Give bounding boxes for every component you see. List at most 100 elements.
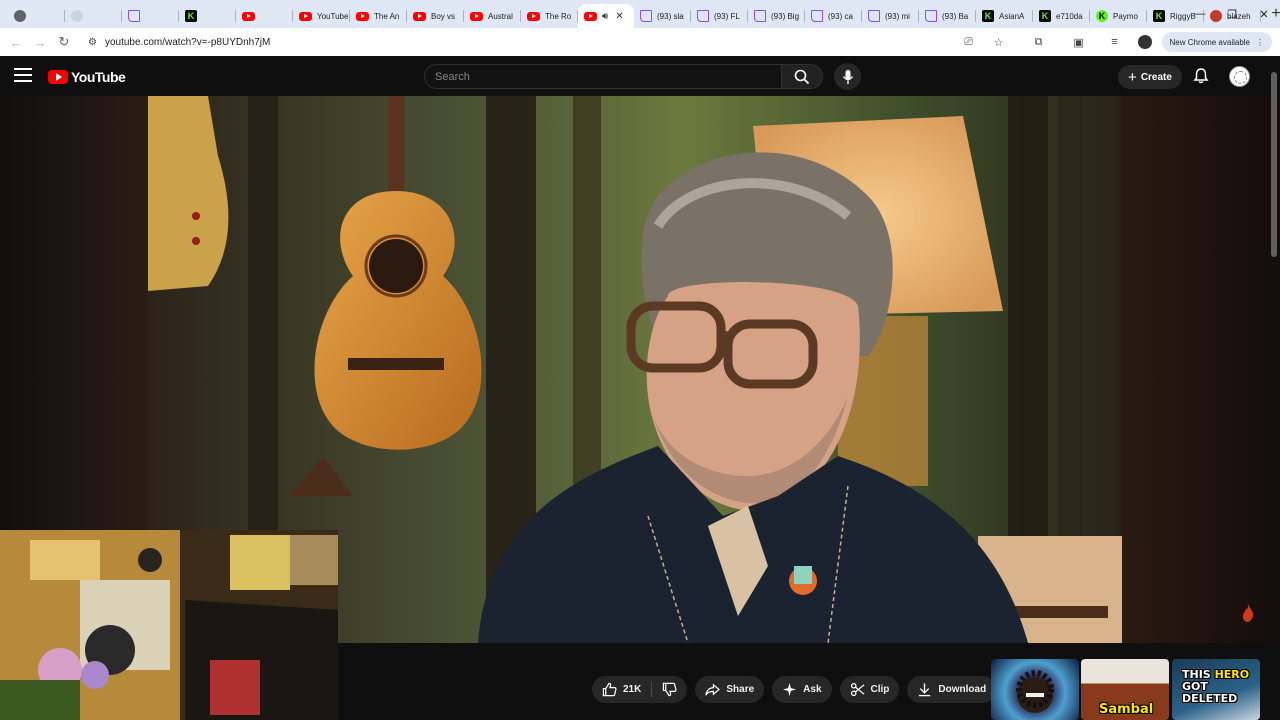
webcam-feed xyxy=(0,530,338,720)
arrow-right-icon: → xyxy=(33,34,47,50)
reading-list-icon[interactable]: ≡ xyxy=(1102,30,1128,54)
browser-tab[interactable]: (93) ca xyxy=(805,4,862,28)
clip-button[interactable]: Clip xyxy=(839,676,900,703)
kick-icon: K xyxy=(1039,10,1051,22)
voice-search-button[interactable] xyxy=(834,63,861,90)
thumbnail-title: THIS HERO GOT DELETED xyxy=(1182,669,1260,705)
youtube-play-icon xyxy=(48,70,68,84)
site-settings-icon[interactable]: ⚙ xyxy=(88,37,97,48)
create-label: Create xyxy=(1140,71,1172,83)
share-label: Share xyxy=(726,684,755,695)
search-button[interactable] xyxy=(781,64,823,89)
browser-tab[interactable] xyxy=(236,4,293,28)
search-input[interactable]: Search xyxy=(424,64,782,89)
thumbs-down-icon xyxy=(663,682,677,697)
browser-tab[interactable]: K xyxy=(179,4,236,28)
tab-title: Paymo xyxy=(1113,11,1138,21)
thumbs-up-icon xyxy=(602,682,617,697)
browser-tab[interactable]: The An xyxy=(350,4,407,28)
browser-tab[interactable] xyxy=(65,4,122,28)
youtube-logo-text: YouTube xyxy=(71,69,126,85)
twitch-icon xyxy=(697,10,709,22)
twitch-icon xyxy=(754,10,766,22)
like-count: 21K xyxy=(623,684,642,695)
youtube-icon xyxy=(299,11,312,21)
thumbnail-title: Sambal xyxy=(1099,702,1154,717)
forward-button[interactable]: → xyxy=(28,30,52,54)
browser-tab[interactable]: Boy vs xyxy=(407,4,464,28)
window-controls: — ❐ ✕ xyxy=(1184,0,1280,28)
reload-icon: ↻ xyxy=(58,34,70,49)
tab-strip: K YouTube The An Boy vs Austral The Ro 🔊︎ ✕ (93)… xyxy=(0,0,1280,28)
youtube-logo[interactable]: YouTube xyxy=(48,69,126,85)
recommendation-thumbnail-2[interactable]: Sambal xyxy=(1081,659,1169,720)
thumbnail-art xyxy=(1016,670,1054,713)
update-chrome-button[interactable]: New Chrome available ⋮ xyxy=(1161,32,1272,52)
account-avatar[interactable] xyxy=(1229,66,1250,87)
clip-label: Clip xyxy=(870,684,890,695)
tab-search-icon[interactable]: ▣ xyxy=(1066,30,1092,54)
guide-menu-icon[interactable] xyxy=(14,68,32,82)
ask-label: Ask xyxy=(803,684,822,695)
browser-tab[interactable]: The Ro xyxy=(521,4,578,28)
tab-title: Boy vs xyxy=(431,11,456,21)
browser-tab[interactable]: (93) FL xyxy=(691,4,748,28)
tab-title: (93) sla xyxy=(657,11,684,21)
kebab-menu-icon: ⋮ xyxy=(1256,37,1264,47)
youtube-icon xyxy=(413,11,426,21)
browser-tab[interactable]: (93) Ba xyxy=(919,4,976,28)
browser-tab[interactable]: (93) sla xyxy=(634,4,691,28)
share-button[interactable]: Share xyxy=(695,676,765,703)
close-window-button[interactable]: ✕ xyxy=(1248,0,1280,28)
browser-toolbar: ← → ↻ ⚙ youtube.com/watch?v=-p8UYDnh7jM … xyxy=(0,28,1280,56)
reload-button[interactable]: ↻ xyxy=(52,30,76,54)
dislike-button[interactable] xyxy=(652,676,687,703)
restore-button[interactable]: ❐ xyxy=(1216,0,1248,28)
tab-title: The Ro xyxy=(545,11,572,21)
address-bar[interactable]: ⚙ youtube.com/watch?v=-p8UYDnh7jM xyxy=(80,30,1080,54)
ask-button[interactable]: Ask xyxy=(772,676,832,703)
browser-tab[interactable]: K AsianA xyxy=(976,4,1033,28)
globe-icon xyxy=(14,10,26,22)
browser-tab[interactable]: Austral xyxy=(464,4,521,28)
browser-tab[interactable]: (93) Big xyxy=(748,4,805,28)
browser-tab[interactable] xyxy=(8,4,65,28)
youtube-icon xyxy=(242,11,255,21)
download-icon xyxy=(919,683,931,697)
browser-tab[interactable] xyxy=(122,4,179,28)
speaker-icon[interactable]: 🔊︎ xyxy=(602,11,608,22)
bookmark-star-icon[interactable]: ☆ xyxy=(986,30,1012,54)
flame-icon xyxy=(1242,604,1254,622)
back-button[interactable]: ← xyxy=(4,30,28,54)
page-scrollbar[interactable] xyxy=(1271,72,1277,257)
tab-title: The An xyxy=(374,11,400,21)
like-button[interactable]: 21K xyxy=(592,676,651,703)
browser-tab[interactable]: (93) mi xyxy=(862,4,919,28)
share-arrow-icon xyxy=(705,683,721,696)
extensions-icon[interactable]: ⧉ xyxy=(1026,30,1052,54)
toolbar-actions: ⎚ ☆ ⧉ ▣ ≡ New Chrome available ⋮ xyxy=(956,30,1272,54)
browser-tab[interactable]: YouTube xyxy=(293,4,350,28)
notifications-bell-icon[interactable] xyxy=(1192,67,1210,85)
url-text: youtube.com/watch?v=-p8UYDnh7jM xyxy=(104,36,271,48)
webcam-overlay xyxy=(0,530,338,720)
youtube-header: YouTube Search + Create xyxy=(0,56,1280,96)
profile-icon[interactable] xyxy=(1132,30,1158,54)
browser-tab[interactable]: K Paymo xyxy=(1090,4,1147,28)
browser-tab[interactable]: 🔊︎ ✕ xyxy=(578,4,634,28)
browser-tab[interactable]: Ke710da xyxy=(1033,4,1090,28)
kick-icon: K xyxy=(185,10,197,22)
create-button[interactable]: + Create xyxy=(1118,65,1182,89)
download-button[interactable]: Download xyxy=(907,676,997,703)
sparkle-icon xyxy=(783,682,797,697)
install-app-icon[interactable]: ⎚ xyxy=(956,30,982,54)
ambient-glow-right xyxy=(1122,96,1280,643)
close-tab-icon[interactable]: ✕ xyxy=(615,11,623,22)
video-actions-bar: 21K Share Ask Clip Download ••• xyxy=(592,676,1032,703)
like-dislike-group: 21K xyxy=(592,676,688,703)
microphone-icon xyxy=(842,69,853,84)
minimize-button[interactable]: — xyxy=(1184,0,1216,28)
arrow-left-icon: ← xyxy=(9,34,23,50)
recommendation-thumbnail-3[interactable]: THIS HERO GOT DELETED xyxy=(1172,659,1260,720)
recommendation-thumbnail-1[interactable] xyxy=(991,659,1079,720)
